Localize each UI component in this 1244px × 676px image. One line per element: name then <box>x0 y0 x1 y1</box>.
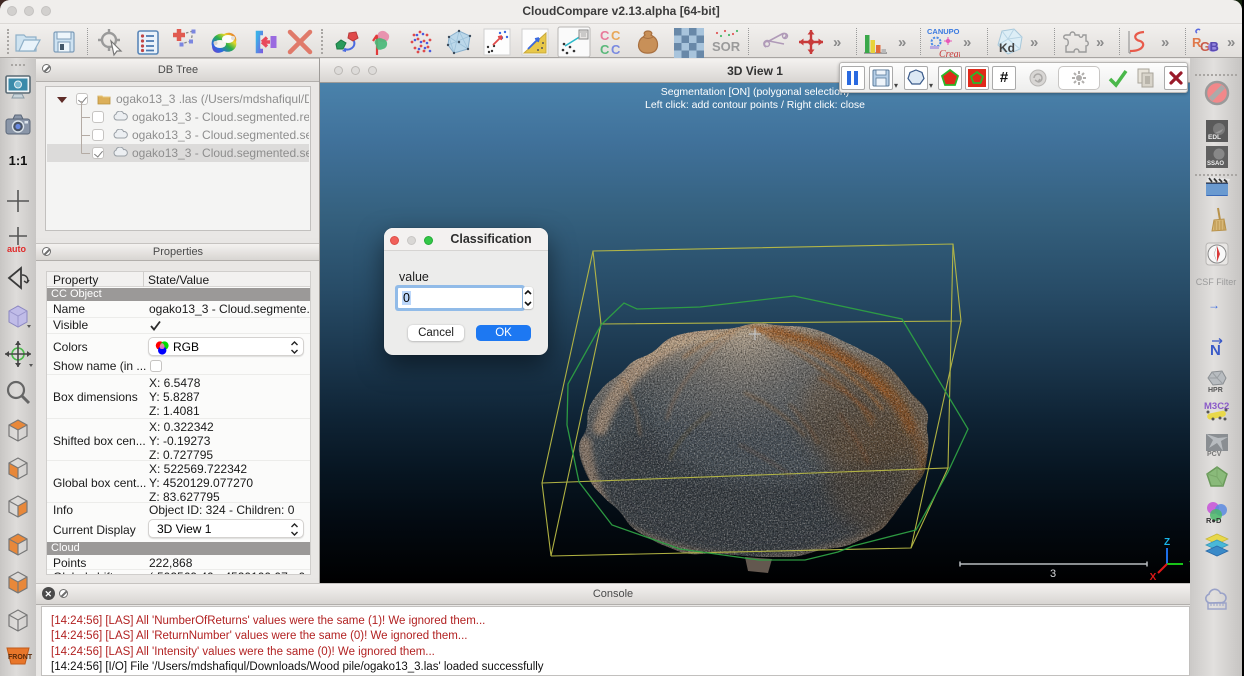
svg-text:C: C <box>611 28 621 43</box>
svg-text:R●D: R●D <box>1206 516 1222 525</box>
svg-text:C: C <box>611 42 621 57</box>
svg-text:FRONT: FRONT <box>8 654 33 661</box>
svg-text:X: X <box>1150 572 1157 583</box>
svg-text:auto: auto <box>7 244 27 254</box>
svg-text:EDL: EDL <box>1208 134 1221 141</box>
svg-text:HPR: HPR <box>1208 387 1223 394</box>
svg-text:CANUPO: CANUPO <box>927 27 960 36</box>
svg-text:N: N <box>1210 342 1221 359</box>
svg-text:Create: Create <box>939 49 960 60</box>
svg-text:SSAO: SSAO <box>1207 161 1224 167</box>
svg-text:SOR: SOR <box>712 39 741 54</box>
svg-text:C: C <box>600 28 610 43</box>
svg-text:C: C <box>600 42 610 57</box>
svg-text:3: 3 <box>1050 568 1056 580</box>
svg-text:B: B <box>1210 39 1219 54</box>
svg-text:Z: Z <box>1164 537 1170 548</box>
svg-text:Kd: Kd <box>999 41 1015 55</box>
svg-text:PCV: PCV <box>1207 451 1222 458</box>
